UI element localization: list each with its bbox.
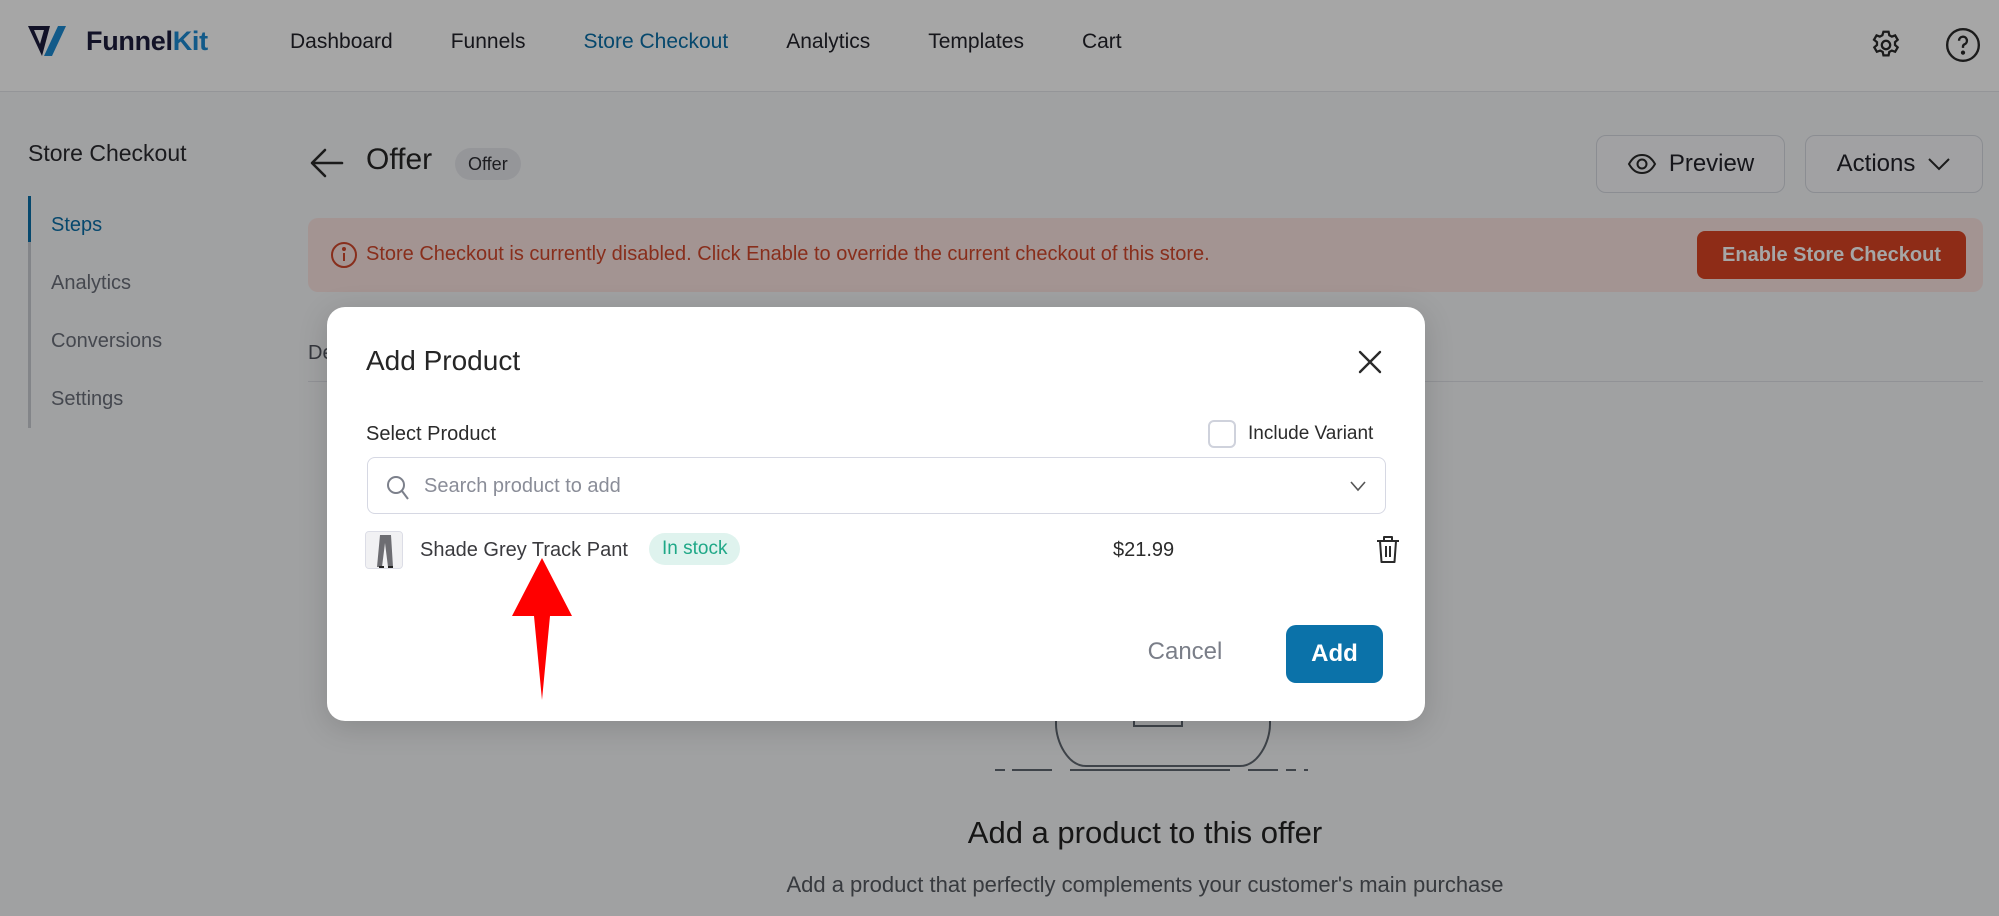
- pants-image-icon: [366, 532, 402, 568]
- cancel-button[interactable]: Cancel: [1135, 624, 1235, 680]
- product-price: $21.99: [1113, 539, 1175, 561]
- chevron-down-icon: [1350, 481, 1366, 492]
- include-variant-checkbox[interactable]: [1208, 420, 1236, 448]
- product-thumbnail: [365, 531, 403, 569]
- product-search-select[interactable]: Search product to add: [367, 457, 1386, 514]
- add-button[interactable]: Add: [1286, 625, 1383, 683]
- close-icon: [1358, 350, 1382, 374]
- select-product-label: Select Product: [366, 423, 497, 445]
- trash-icon: [1377, 536, 1399, 563]
- add-product-modal: Add Product Select Product Include Varia…: [327, 307, 1425, 721]
- search-placeholder: Search product to add: [424, 475, 621, 497]
- search-icon: [387, 476, 409, 500]
- close-button[interactable]: [1355, 347, 1385, 377]
- stock-badge: In stock: [649, 533, 741, 565]
- red-arrow-annotation-icon: [512, 558, 572, 700]
- include-variant-label: Include Variant: [1248, 423, 1374, 444]
- modal-title: Add Product: [366, 345, 521, 376]
- remove-product-button[interactable]: [1375, 535, 1401, 570]
- include-variant-toggle[interactable]: Include Variant: [1208, 420, 1373, 448]
